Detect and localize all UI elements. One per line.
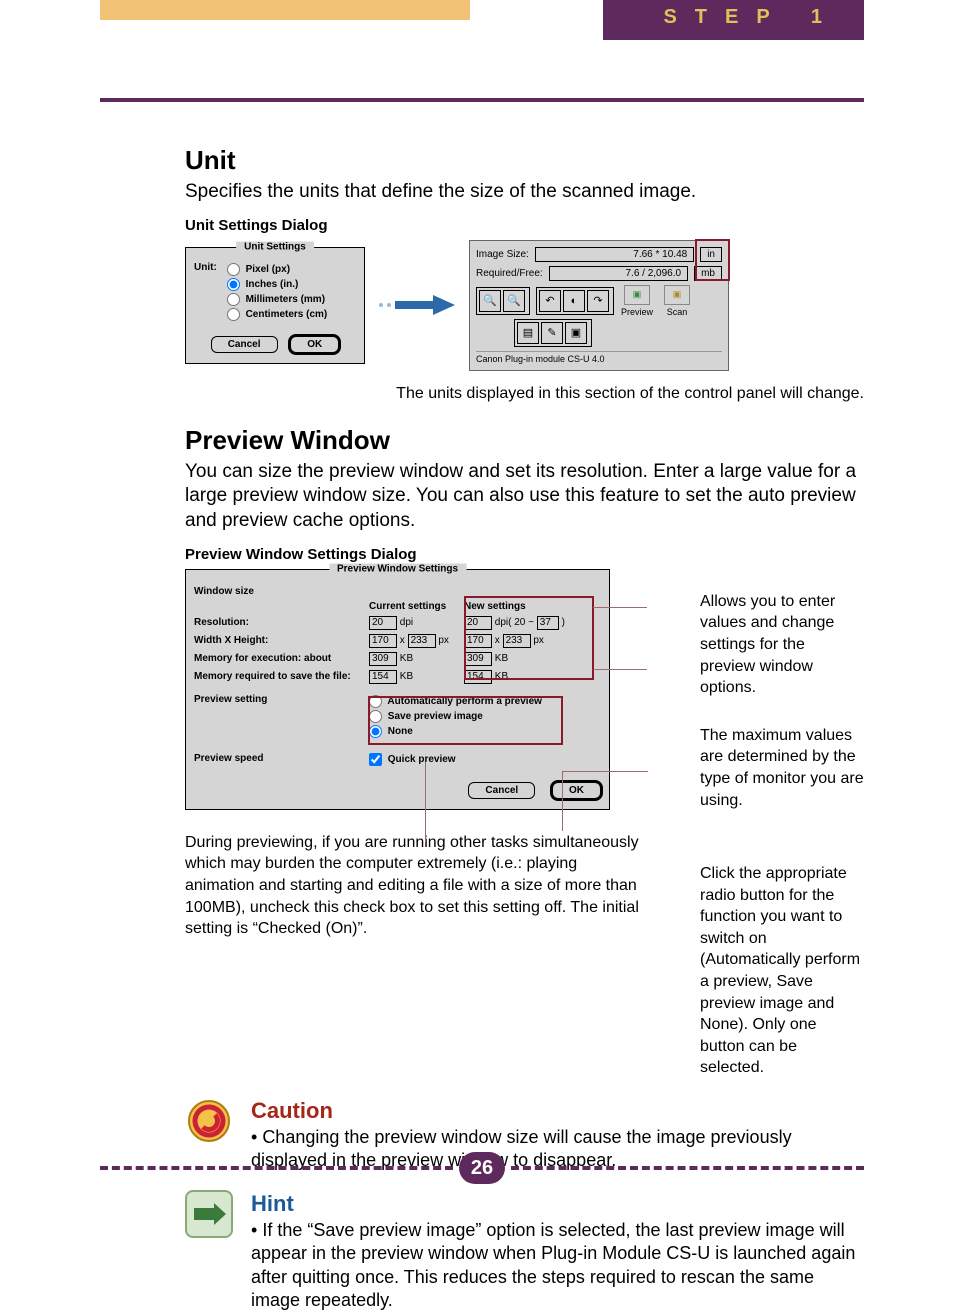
required-value: 7.6 / 2,096.0 [549,266,688,281]
pw-radio-none[interactable]: None [369,724,542,739]
unit-ok-button[interactable]: OK [290,336,339,353]
header-rule [100,98,864,102]
pw-w-cur: 170 [369,634,397,648]
unit-caption: The units displayed in this section of t… [185,385,864,403]
page-number: 26 [459,1152,505,1184]
pw-preview-setting-label: Preview setting [194,694,369,739]
unit-cancel-button[interactable]: Cancel [211,336,278,353]
rotate-right-icon[interactable]: ↷ [587,290,609,312]
pw-mem-save-label: Memory required to save the file: [194,671,369,682]
preview-speed-note: During previewing, if you are running ot… [185,832,645,940]
image-size-unit: in [700,247,722,262]
unit-option-inches[interactable]: Inches (in.) [227,277,327,292]
pw-res-new-input[interactable]: 20 [464,616,492,630]
pw-h-cur: 233 [408,634,436,648]
rotate-left-icon[interactable]: ↶ [539,290,561,312]
preview-dialog-label: Preview Window Settings Dialog [185,546,864,563]
pw-radio-auto[interactable]: Automatically perform a preview [369,694,542,709]
required-label: Required/Free: [476,268,543,279]
pw-radio-save[interactable]: Save preview image [369,709,542,724]
zoom-out-icon[interactable]: 🔍 [503,290,525,312]
control-panel-preview: Image Size: 7.66 * 10.48 in Required/Fre… [469,240,729,371]
unit-option-mm[interactable]: Millimeters (mm) [227,292,327,307]
zoom-in-icon[interactable]: 🔍 [479,290,501,312]
unit-field-label: Unit: [194,262,217,322]
pw-w-new: 170 [464,634,492,648]
pw-res-max: 37 [537,616,559,630]
pw-current-header: Current settings [369,601,464,612]
preview-desc: You can size the preview window and set … [185,460,864,534]
preview-heading: Preview Window [185,425,864,456]
pw-cancel-button[interactable]: Cancel [468,782,535,799]
pw-mem-save-cur: 154 [369,670,397,684]
unit-dialog-label: Unit Settings Dialog [185,217,864,234]
unit-settings-dialog: Unit Settings Unit: Pixel (px) Inches (i… [185,247,365,364]
caution-heading: Caution [251,1097,864,1126]
unit-desc: Specifies the units that define the size… [185,180,864,205]
pw-dialog-title: Preview Window Settings [329,563,466,574]
pw-res-cur: 20 [369,616,397,630]
arrow-icon [377,293,457,317]
preview-window-settings-dialog: Preview Window Settings Window size Curr… [185,569,610,810]
panel-footer-text: Canon Plug-in module CS-U 4.0 [476,351,722,364]
pw-preview-speed-label: Preview speed [194,753,369,766]
page-footer: 26 [100,1152,864,1184]
pw-mem-exec-label: Memory for execution: about [194,653,369,664]
tool-a-icon[interactable]: ▤ [517,322,539,344]
pw-note-new-settings: Allows you to enter values and change se… [700,591,864,699]
hint-heading: Hint [251,1190,864,1219]
unit-option-cm[interactable]: Centimeters (cm) [227,307,327,322]
pw-ok-button[interactable]: OK [552,782,601,799]
scan-button[interactable]: ▣ Scan [660,285,694,317]
pw-note-max-values: The maximum values are determined by the… [700,725,864,811]
pw-mem-exec-new: 309 [464,652,492,666]
header-accent-bar [100,0,470,20]
pw-h-new: 233 [503,634,531,648]
pw-new-header: New settings [464,601,584,612]
pw-window-size-label: Window size [194,586,369,597]
image-size-value: 7.66 * 10.48 [535,247,694,262]
hint-text: If the “Save preview image” option is se… [251,1219,864,1313]
pw-resolution-label: Resolution: [194,617,369,628]
preview-button[interactable]: ▣ Preview [620,285,654,317]
step-banner: STEP 1 [603,0,864,40]
unit-option-pixel[interactable]: Pixel (px) [227,262,327,277]
pw-wxh-label: Width X Height: [194,635,369,646]
tool-c-icon[interactable]: ▣ [565,322,587,344]
pw-mem-save-new: 154 [464,670,492,684]
unit-dialog-title: Unit Settings [236,241,314,252]
required-unit: mb [694,266,722,281]
unit-heading: Unit [185,145,864,176]
pw-note-radio: Click the appropriate radio button for t… [700,863,864,1079]
pw-mem-exec-cur: 309 [369,652,397,666]
image-size-label: Image Size: [476,249,529,260]
tool-b-icon[interactable]: ✎ [541,322,563,344]
hint-icon [185,1190,233,1238]
pw-quick-preview-checkbox[interactable]: Quick preview [369,753,456,766]
mirror-icon[interactable]: ◐ [563,290,585,312]
caution-icon [185,1097,233,1145]
